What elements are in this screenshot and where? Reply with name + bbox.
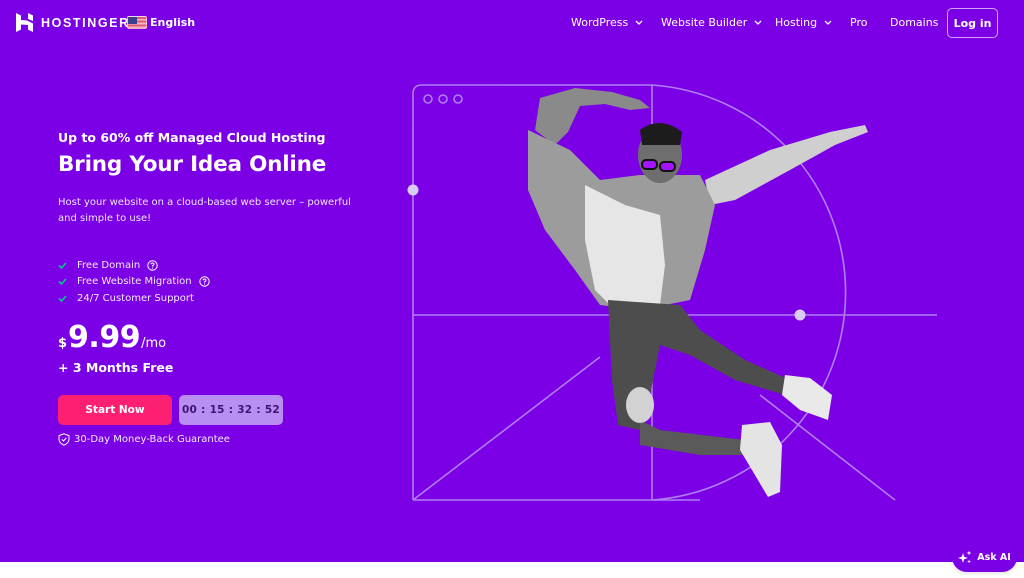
check-icon — [58, 295, 67, 302]
nav-item-pro[interactable]: Pro — [850, 16, 867, 29]
check-icon — [58, 278, 67, 286]
window-dot-2 — [438, 94, 448, 104]
feature-item: Free Website Migration — [58, 274, 210, 291]
window-dot-3 — [453, 94, 463, 104]
nav-item-label: Hosting — [775, 16, 818, 29]
price-period: /mo — [141, 336, 167, 351]
jumping-person-image — [528, 88, 868, 497]
nav-item-hosting[interactable]: Hosting — [775, 16, 832, 29]
feature-item: Free Domain — [58, 257, 210, 274]
login-button[interactable]: Log in — [947, 8, 998, 38]
guide-diagonal-left — [412, 356, 601, 501]
chevron-down-icon — [824, 20, 832, 25]
price-amount: 9.99 — [68, 320, 141, 355]
feature-label: Free Domain — [77, 259, 141, 271]
nav-item-label: Website Builder — [661, 16, 748, 29]
price-display: $ 9.99 /mo — [58, 320, 166, 355]
bonus-offer: + 3 Months Free — [58, 360, 174, 375]
nav-item-website-builder[interactable]: Website Builder — [661, 16, 762, 29]
feature-label: 24/7 Customer Support — [77, 292, 194, 304]
help-icon[interactable] — [147, 260, 158, 271]
check-icon — [58, 262, 67, 269]
promo-kicker: Up to 60% off Managed Cloud Hosting — [58, 130, 326, 145]
window-dot-1 — [423, 94, 433, 104]
ask-ai-label: Ask AI — [977, 551, 1011, 563]
top-navigation-bar: HOSTINGER English WordPress Website Buil… — [0, 0, 1024, 46]
nav-item-label: Pro — [850, 16, 868, 29]
hero-description: Host your website on a cloud-based web s… — [58, 197, 351, 224]
feature-label: Free Website Migration — [77, 276, 192, 288]
nav-item-wordpress[interactable]: WordPress — [571, 16, 643, 29]
money-back-guarantee: 30-Day Money-Back Guarantee — [58, 433, 230, 446]
nav-item-label: Domains — [890, 16, 939, 29]
page-title: Bring Your Idea Online — [58, 152, 327, 177]
sparkle-icon — [958, 550, 972, 564]
ask-ai-button[interactable]: Ask AI — [952, 542, 1017, 572]
help-icon[interactable] — [198, 276, 210, 287]
guarantee-label: 30-Day Money-Back Guarantee — [74, 434, 230, 445]
feature-item: 24/7 Customer Support — [58, 290, 210, 307]
guide-knob-left — [407, 184, 419, 196]
nav-item-domains[interactable]: Domains — [890, 16, 938, 29]
countdown-timer: 00 : 15 : 32 : 52 — [179, 395, 283, 425]
start-now-button[interactable]: Start Now — [58, 395, 172, 425]
shield-check-icon — [58, 433, 70, 446]
price-currency: $ — [58, 336, 68, 351]
chevron-down-icon — [635, 20, 643, 25]
hero-section: HOSTINGER English WordPress Website Buil… — [0, 0, 1024, 562]
chevron-down-icon — [754, 20, 762, 25]
feature-list: Free Domain Free Website Migration 24/7 … — [58, 257, 210, 307]
guide-knob-right — [794, 309, 806, 321]
nav-item-label: WordPress — [571, 16, 629, 29]
main-nav: WordPress Website Builder Hosting Pro Do… — [0, 16, 1024, 32]
